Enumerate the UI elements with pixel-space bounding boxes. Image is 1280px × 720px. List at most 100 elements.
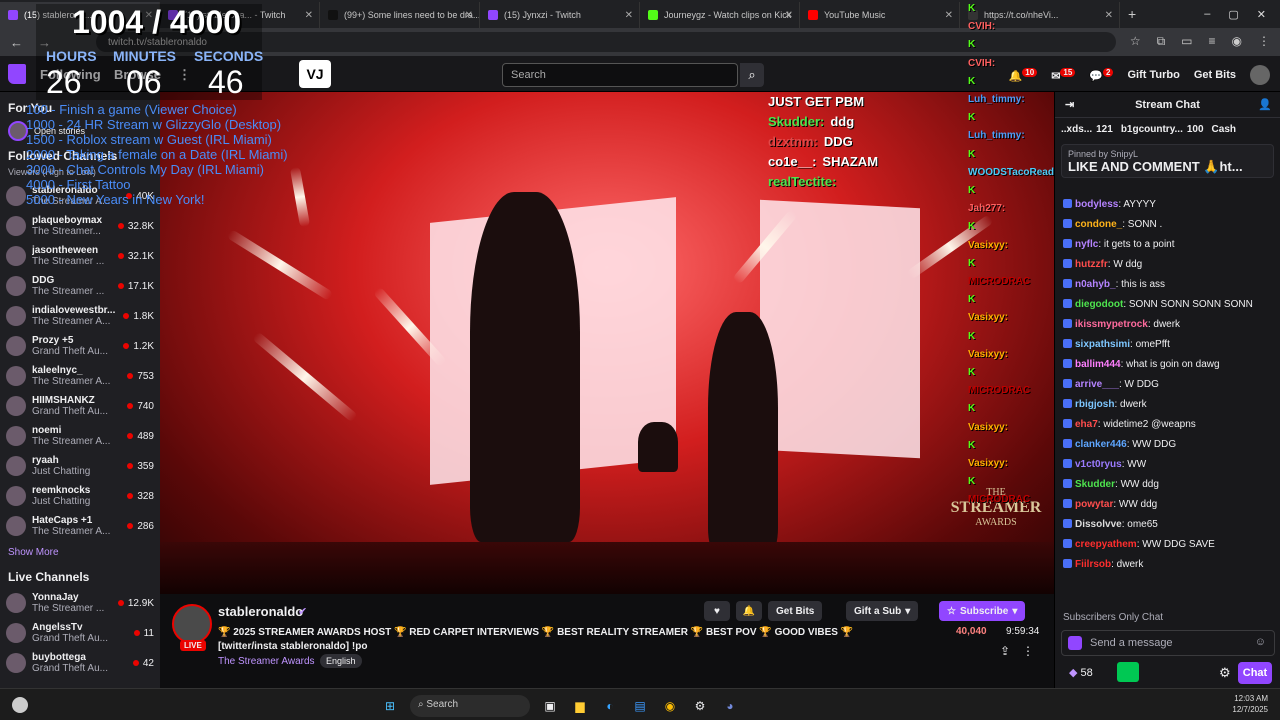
bonus-chest-icon[interactable] <box>1117 662 1139 682</box>
sidebar-channel[interactable]: indialovewestbr... The Streamer A... 1.8K <box>0 301 160 331</box>
chat-username[interactable]: rbigjosh <box>1075 399 1114 410</box>
tab-close-icon[interactable]: ✕ <box>785 10 793 21</box>
gifter-entry[interactable]: Cash <box>1212 124 1240 135</box>
emote-icon[interactable]: ☺ <box>1255 636 1266 648</box>
sidebar-channel[interactable]: buybottega Grand Theft Au... 42 <box>0 648 160 678</box>
taskbar-search[interactable]: ⌕ Search <box>410 695 530 717</box>
edge-icon[interactable]: ◐ <box>600 696 620 716</box>
gifter-entry[interactable]: ..xds... 121 <box>1061 124 1113 135</box>
get-bits-button[interactable]: Get Bits <box>1194 69 1236 81</box>
extension-logo-icon[interactable]: VJ <box>299 60 331 88</box>
chat-username[interactable]: nyflc <box>1075 239 1098 250</box>
language-tag[interactable]: English <box>320 654 362 668</box>
users-icon[interactable]: 👤 <box>1258 98 1272 111</box>
chat-username[interactable]: creepyathem <box>1075 539 1137 550</box>
chat-username[interactable]: condone_ <box>1075 219 1122 230</box>
show-more-link[interactable]: Show More <box>0 541 160 564</box>
new-tab-icon[interactable]: + <box>1128 6 1136 22</box>
chrome-icon[interactable]: ◉ <box>660 696 680 716</box>
chat-username[interactable]: arrive___ <box>1075 379 1119 390</box>
maximize-icon[interactable]: ▢ <box>1228 8 1238 21</box>
sidebar-channel[interactable]: kaleelnyc_ The Streamer A... 753 <box>0 361 160 391</box>
get-bits-stream-button[interactable]: Get Bits <box>768 601 823 621</box>
reading-list-icon[interactable]: ≡ <box>1209 34 1216 49</box>
system-clock[interactable]: 12:03 AM 12/7/2025 <box>1232 693 1268 715</box>
follow-heart-button[interactable]: ♥ <box>704 601 730 621</box>
sidebar-channel[interactable]: noemi The Streamer A... 489 <box>0 421 160 451</box>
chat-identity-icon[interactable] <box>1068 636 1082 650</box>
gift-turbo-button[interactable]: Gift Turbo <box>1127 69 1179 81</box>
profile-icon[interactable]: ◉ <box>1232 34 1242 49</box>
steam-icon[interactable]: ⚙ <box>690 696 710 716</box>
gift-sub-button[interactable]: Gift a Sub ▾ <box>846 601 919 621</box>
chat-username[interactable]: powytar <box>1075 499 1113 510</box>
category-link[interactable]: The Streamer Awards <box>218 656 315 667</box>
twitch-logo-icon[interactable] <box>8 64 26 84</box>
sidebar-channel[interactable]: jasontheween The Streamer ... 32.1K <box>0 241 160 271</box>
avatar[interactable] <box>1250 65 1270 85</box>
chat-username[interactable]: sixpathsimi <box>1075 339 1130 350</box>
streamer-name[interactable]: stableronaldo <box>218 604 303 619</box>
cast-icon[interactable]: ▭ <box>1181 34 1192 49</box>
more-options-icon[interactable]: ⋮ <box>1022 644 1034 658</box>
collapse-chat-icon[interactable]: ⇥ <box>1065 98 1074 111</box>
browser-tab[interactable]: Journeygz - Watch clips on Kick ✕ <box>640 2 800 28</box>
settings-icon[interactable]: ⚙ <box>1219 665 1231 681</box>
tab-close-icon[interactable]: ✕ <box>1105 10 1113 21</box>
streamer-avatar[interactable] <box>172 604 212 644</box>
store-icon[interactable]: ▤ <box>630 696 650 716</box>
extensions-icon[interactable]: ⧉ <box>1157 34 1166 49</box>
weather-icon[interactable] <box>12 697 28 713</box>
minimize-icon[interactable]: – <box>1204 8 1210 20</box>
task-view-icon[interactable]: ▣ <box>540 696 560 716</box>
start-icon[interactable]: ⊞ <box>380 696 400 716</box>
browser-tab[interactable]: YouTube Music ✕ <box>800 2 960 28</box>
browser-tab[interactable]: (15) Jynxzi - Twitch ✕ <box>480 2 640 28</box>
close-icon[interactable]: ✕ <box>1257 8 1266 21</box>
discord-icon[interactable]: ◕ <box>720 696 740 716</box>
bookmark-star-icon[interactable]: ☆ <box>1130 34 1141 49</box>
sidebar-channel[interactable]: ryaah Just Chatting 359 <box>0 451 160 481</box>
tab-close-icon[interactable]: ✕ <box>305 10 313 21</box>
search-input[interactable]: Search <box>502 63 738 87</box>
chat-username[interactable]: bodyless <box>1075 199 1118 210</box>
subscribe-button[interactable]: ☆ Subscribe ▾ <box>939 601 1026 621</box>
search-button[interactable]: ⌕ <box>740 63 764 87</box>
chat-username[interactable]: ballim444 <box>1075 359 1121 370</box>
chat-username[interactable]: Skudder <box>1075 479 1115 490</box>
video-player[interactable]: THE STREAMER AWARDS JUST GET PBM Skudder… <box>160 92 1054 594</box>
tab-close-icon[interactable]: ✕ <box>465 10 473 21</box>
sidebar-channel[interactable]: plaqueboymax The Streamer... 32.8K <box>0 211 160 241</box>
chat-username[interactable]: diegodoot <box>1075 299 1123 310</box>
chat-input[interactable]: Send a message ☺ <box>1061 630 1275 656</box>
chat-send-button[interactable]: Chat <box>1238 662 1272 684</box>
chat-username[interactable]: ikissmypetrock <box>1075 319 1148 330</box>
channel-points[interactable]: ◆ 58 <box>1069 666 1093 679</box>
tab-close-icon[interactable]: ✕ <box>945 10 953 21</box>
chat-username[interactable]: eha7 <box>1075 419 1098 430</box>
sidebar-channel[interactable]: DDG The Streamer ... 17.1K <box>0 271 160 301</box>
gifter-entry[interactable]: b1gcountry... 100 <box>1121 124 1204 135</box>
inbox-icon[interactable]: ✉ 15 <box>1051 67 1076 82</box>
sidebar-channel[interactable]: Prozy +5 Grand Theft Au... 1.2K <box>0 331 160 361</box>
share-icon[interactable]: ⇪ <box>1000 644 1010 658</box>
menu-icon[interactable]: ⋮ <box>1258 34 1270 49</box>
file-explorer-icon[interactable]: ▆ <box>570 696 590 716</box>
sidebar-channel[interactable]: YonnaJay The Streamer ... 12.9K <box>0 588 160 618</box>
back-icon[interactable]: ← <box>10 35 28 50</box>
sidebar-channel[interactable]: HateCaps +1 The Streamer A... 286 <box>0 511 160 541</box>
chat-username[interactable]: n0ahyb_ <box>1075 279 1116 290</box>
chat-username[interactable]: hutzzfr <box>1075 259 1108 270</box>
notify-bell-button[interactable]: 🔔 <box>736 601 762 621</box>
chat-username[interactable]: Dissolvve <box>1075 519 1122 530</box>
sidebar-channel[interactable]: reemknocks Just Chatting 328 <box>0 481 160 511</box>
tab-close-icon[interactable]: ✕ <box>625 10 633 21</box>
sidebar-channel[interactable]: HIIMSHANKZ Grand Theft Au... 740 <box>0 391 160 421</box>
chat-username[interactable]: v1ct0ryus <box>1075 459 1122 470</box>
chat-username[interactable]: Fiilrsob <box>1075 559 1111 570</box>
whispers-icon[interactable]: 💬 2 <box>1089 67 1114 82</box>
chat-username[interactable]: clanker446 <box>1075 439 1127 450</box>
browser-tab[interactable]: (99+) Some lines need to be dra... ✕ <box>320 2 480 28</box>
pinned-message[interactable]: Pinned by SnipyL LIKE AND COMMENT 🙏ht... <box>1061 144 1274 178</box>
sidebar-channel[interactable]: AngelssTv Grand Theft Au... 11 <box>0 618 160 648</box>
